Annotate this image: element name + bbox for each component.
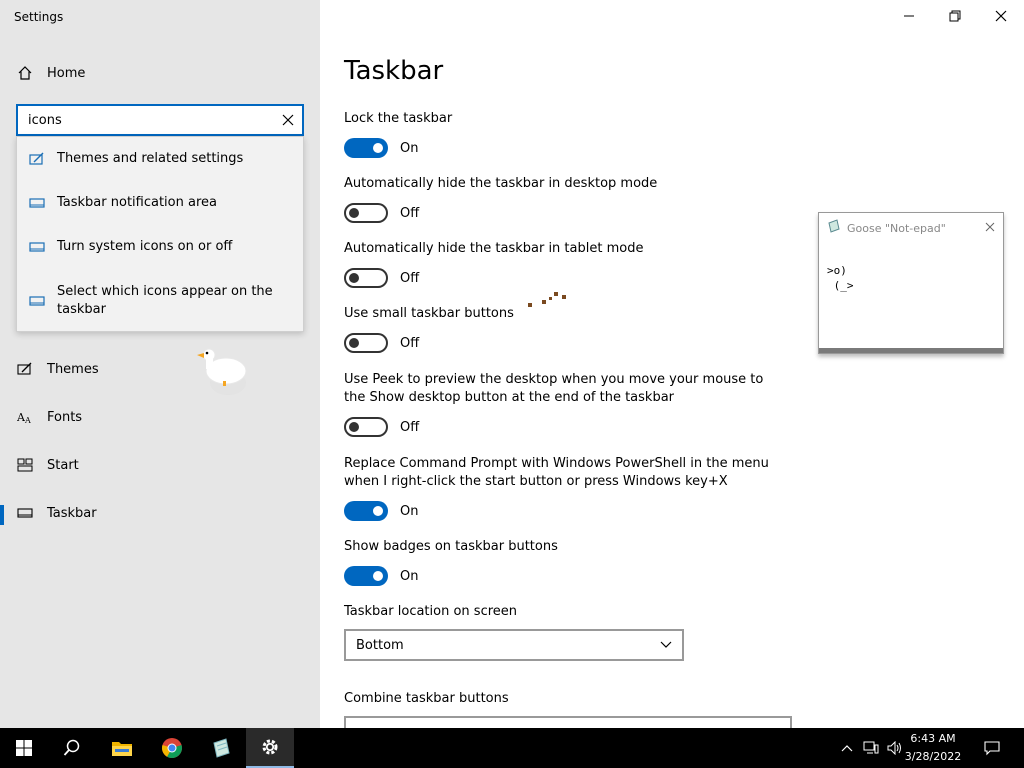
- clock[interactable]: 6:43 AM 3/28/2022: [898, 730, 968, 766]
- suggestion-item[interactable]: Select which icons appear on the taskbar: [17, 283, 303, 319]
- sidebar-item-themes[interactable]: Themes: [0, 349, 320, 389]
- suggestion-item[interactable]: Themes and related settings: [17, 149, 303, 169]
- clock-date: 3/28/2022: [904, 750, 962, 763]
- notepad-title: Goose "Not-epad": [847, 221, 946, 235]
- taskbar-icon: [29, 195, 45, 211]
- themes-icon: [17, 361, 33, 377]
- toggle-state: On: [400, 503, 419, 519]
- location-label: Taskbar location on screen: [344, 604, 518, 619]
- minimize-icon[interactable]: [886, 4, 932, 28]
- clear-search-icon[interactable]: [274, 106, 302, 134]
- powershell-toggle[interactable]: On: [344, 501, 418, 521]
- combine-label: Combine taskbar buttons: [344, 691, 509, 706]
- sidebar-item-home[interactable]: Home: [0, 53, 320, 93]
- setting-label: Lock the taskbar: [344, 111, 453, 126]
- taskbar-icon: [29, 239, 45, 255]
- toggle-switch[interactable]: [344, 203, 388, 223]
- start-icon: [17, 457, 33, 473]
- taskbar-icon: [17, 505, 33, 521]
- toggle-switch[interactable]: [344, 501, 388, 521]
- goose-image: [193, 343, 253, 399]
- toggle-state: Off: [400, 270, 420, 286]
- start-icon[interactable]: [0, 728, 48, 768]
- suggestion-item[interactable]: Taskbar notification area: [17, 193, 303, 213]
- autohide-desktop-toggle[interactable]: Off: [344, 203, 419, 223]
- setting-label: Show badges on taskbar buttons: [344, 539, 558, 554]
- peek-toggle[interactable]: Off: [344, 417, 419, 437]
- suggestion-label: Select which icons appear on the taskbar: [57, 284, 273, 317]
- sidebar-item-label: Home: [47, 65, 86, 81]
- svg-text:A: A: [24, 416, 31, 425]
- toggle-state: On: [400, 140, 419, 156]
- dropdown-value: Bottom: [356, 637, 404, 653]
- search-input[interactable]: [18, 106, 274, 134]
- toggle-state: On: [400, 568, 419, 584]
- home-icon: [17, 65, 33, 81]
- notepad-bottom-border: [819, 348, 1003, 353]
- toggle-switch[interactable]: [344, 566, 388, 586]
- fonts-icon: AA: [17, 409, 33, 425]
- settings-icon[interactable]: [246, 728, 294, 768]
- goose-footprints: [528, 292, 566, 307]
- toggle-switch[interactable]: [344, 417, 388, 437]
- suggestion-item[interactable]: Turn system icons on or off: [17, 237, 303, 257]
- close-icon[interactable]: [978, 4, 1024, 28]
- suggestion-label: Themes and related settings: [57, 151, 244, 166]
- location-dropdown[interactable]: Bottom: [344, 629, 684, 661]
- lock-taskbar-toggle[interactable]: On: [344, 138, 418, 158]
- setting-label: Automatically hide the taskbar in deskto…: [344, 176, 658, 191]
- sidebar: Settings Home Themes and related setting…: [0, 0, 320, 728]
- suggestion-label: Taskbar notification area: [57, 195, 217, 210]
- sidebar-item-taskbar[interactable]: Taskbar: [0, 493, 320, 533]
- suggestion-label: Turn system icons on or off: [57, 239, 233, 254]
- sidebar-item-label: Start: [47, 457, 79, 473]
- clock-time: 6:43 AM: [910, 732, 956, 745]
- themes-icon: [29, 151, 45, 167]
- main-content: Taskbar Lock the taskbar On Automaticall…: [320, 0, 1024, 730]
- chevron-up-icon[interactable]: [838, 728, 856, 768]
- sidebar-item-label: Taskbar: [47, 505, 97, 521]
- taskbar: 6:43 AM 3/28/2022: [0, 728, 1024, 768]
- setting-label: Replace Command Prompt with Windows Powe…: [344, 456, 769, 489]
- goose-notepad-window[interactable]: Goose "Not-epad" >o) (_>: [818, 212, 1004, 354]
- notepad-icon: [827, 219, 841, 237]
- notepad-icon[interactable]: [197, 728, 245, 768]
- toggle-state: Off: [400, 335, 420, 351]
- toggle-switch[interactable]: [344, 333, 388, 353]
- toggle-switch[interactable]: [344, 268, 388, 288]
- toggle-switch[interactable]: [344, 138, 388, 158]
- chrome-icon[interactable]: [148, 728, 196, 768]
- sidebar-item-fonts[interactable]: AA Fonts: [0, 397, 320, 437]
- page-title: Taskbar: [344, 56, 444, 86]
- taskbar-icon: [29, 293, 45, 309]
- sidebar-item-label: Themes: [47, 361, 99, 377]
- setting-label: Use Peek to preview the desktop when you…: [344, 372, 764, 405]
- autohide-tablet-toggle[interactable]: Off: [344, 268, 419, 288]
- small-buttons-toggle[interactable]: Off: [344, 333, 419, 353]
- restore-icon[interactable]: [932, 4, 978, 28]
- file-explorer-icon[interactable]: [98, 728, 146, 768]
- network-icon[interactable]: [860, 728, 882, 768]
- search-box[interactable]: [16, 104, 304, 136]
- search-icon[interactable]: [48, 728, 96, 768]
- toggle-state: Off: [400, 419, 420, 435]
- chevron-down-icon: [660, 638, 672, 653]
- notepad-titlebar[interactable]: Goose "Not-epad": [819, 213, 1003, 243]
- notifications-icon[interactable]: [978, 728, 1006, 768]
- app-title: Settings: [14, 10, 64, 24]
- setting-label: Automatically hide the taskbar in tablet…: [344, 241, 644, 256]
- toggle-state: Off: [400, 205, 420, 221]
- notepad-text[interactable]: >o) (_>: [827, 263, 1003, 293]
- search-suggestions: Themes and related settings Taskbar noti…: [16, 136, 304, 332]
- badges-toggle[interactable]: On: [344, 566, 418, 586]
- close-icon[interactable]: [985, 221, 995, 236]
- sidebar-item-start[interactable]: Start: [0, 445, 320, 485]
- sidebar-item-label: Fonts: [47, 409, 83, 425]
